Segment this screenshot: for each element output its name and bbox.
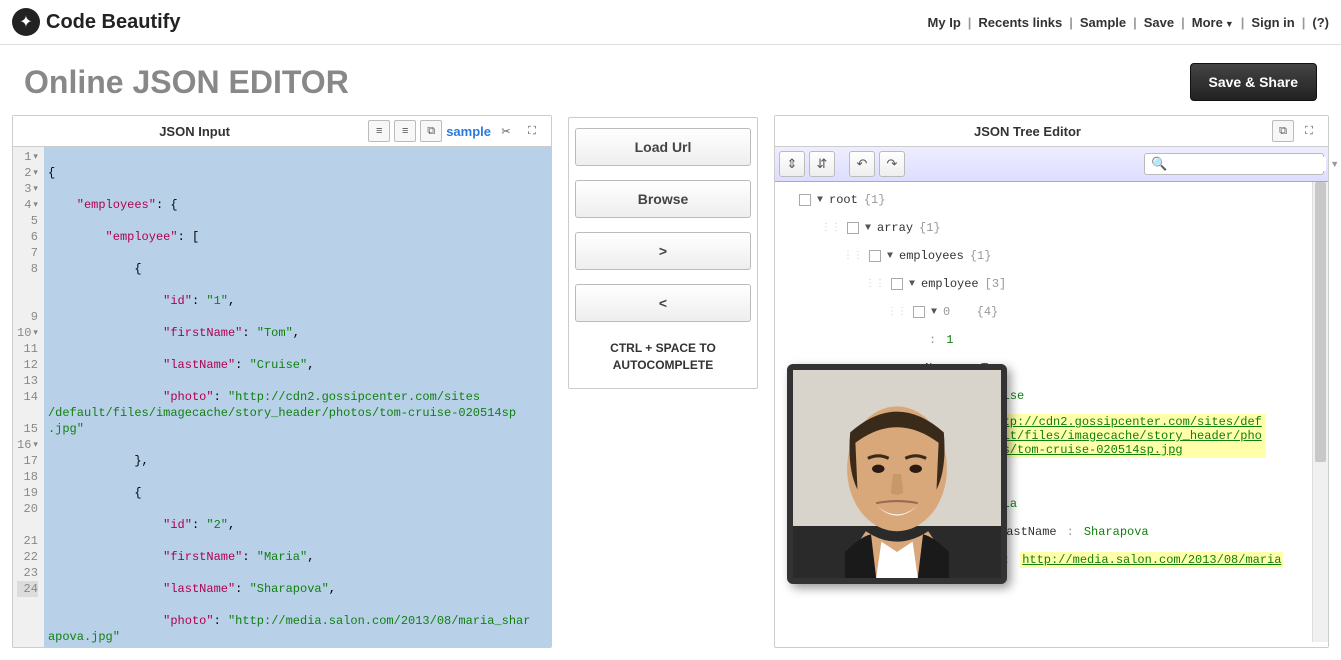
json-input-title: JSON Input [21, 124, 368, 139]
copy-tree-icon[interactable]: ⧉ [1272, 120, 1294, 142]
indent-left-icon[interactable]: ≡ [368, 120, 390, 142]
json-tree-title: JSON Tree Editor [783, 124, 1272, 139]
type-icon [869, 250, 881, 262]
main: JSON Input ≡ ≡ ⧉ sample ✂ ⛶ 1▾ 2▾ 3▾ 4▾ … [0, 115, 1341, 660]
tree-toolbar: ⇕ ⇵ ↶ ↷ 🔍 ▼▲ [775, 147, 1328, 182]
nav-recents[interactable]: Recents links [978, 15, 1062, 30]
json-tree-tools: ⧉ ⛶ [1272, 120, 1320, 142]
json-input-tools: ≡ ≡ ⧉ sample ✂ ⛶ [368, 120, 543, 142]
image-preview-popup [787, 364, 1007, 584]
nav-sample[interactable]: Sample [1080, 15, 1126, 30]
collapse-icon[interactable]: ▼ [931, 307, 937, 318]
browse-button[interactable]: Browse [575, 180, 751, 218]
load-url-button[interactable]: Load Url [575, 128, 751, 166]
tree-body: ▼ root {1} ⋮⋮ ▼ array {1} ⋮⋮ ▼ employees… [775, 182, 1328, 642]
json-input-panel: JSON Input ≡ ≡ ⧉ sample ✂ ⛶ 1▾ 2▾ 3▾ 4▾ … [12, 115, 552, 648]
top-nav: My Ip| Recents links| Sample| Save| More… [928, 15, 1329, 30]
transfer-right-button[interactable]: > [575, 232, 751, 270]
json-tree-panel: JSON Tree Editor ⧉ ⛶ ⇕ ⇵ ↶ ↷ 🔍 ▼▲ ▼ roo [774, 115, 1329, 648]
page-title: Online JSON EDITOR [24, 64, 349, 101]
fullscreen-tree-icon[interactable]: ⛶ [1298, 120, 1320, 142]
json-input-header: JSON Input ≡ ≡ ⧉ sample ✂ ⛶ [13, 116, 551, 147]
drag-icon[interactable]: ⋮⋮ [821, 222, 841, 234]
type-icon [799, 194, 811, 206]
tree-row-array[interactable]: ⋮⋮ ▼ array {1} [775, 214, 1328, 242]
preview-image [793, 370, 1001, 578]
middle-controls: Load Url Browse > < CTRL + SPACE TO AUTO… [568, 117, 758, 389]
fullscreen-icon[interactable]: ⛶ [521, 120, 543, 142]
collapse-icon[interactable]: ▼ [909, 279, 915, 290]
logo-text: Code Beautify [46, 11, 180, 34]
indent-right-icon[interactable]: ≡ [394, 120, 416, 142]
gutter: 1▾ 2▾ 3▾ 4▾ 567 8 9 10▾ 111213 14 15 16▾… [13, 147, 44, 647]
sample-link[interactable]: sample [446, 124, 491, 139]
transfer-left-button[interactable]: < [575, 284, 751, 322]
nav-help[interactable]: (?) [1312, 15, 1329, 30]
redo-icon[interactable]: ↷ [879, 151, 905, 177]
expand-all-icon[interactable]: ⇕ [779, 151, 805, 177]
title-row: Online JSON EDITOR Save & Share [0, 45, 1341, 115]
drag-icon[interactable]: ⋮⋮ [887, 306, 907, 318]
nav-more[interactable]: More▼ [1192, 15, 1234, 30]
tree-row-index0[interactable]: ⋮⋮ ▼ 0 {4} [775, 298, 1328, 326]
search-icon: 🔍 [1151, 156, 1167, 172]
collapse-icon[interactable]: ▼ [865, 223, 871, 234]
undo-icon[interactable]: ↶ [849, 151, 875, 177]
search-updown-icon[interactable]: ▼▲ [1330, 159, 1341, 169]
collapse-icon[interactable]: ▼ [887, 251, 893, 262]
collapse-icon[interactable]: ▼ [817, 195, 823, 206]
photo-link[interactable]: http://media.salon.com/2013/08/maria [1020, 552, 1283, 568]
code-content[interactable]: { "employees": { "employee": [ { "id": "… [44, 147, 551, 647]
tree-search[interactable]: 🔍 ▼▲ [1144, 153, 1324, 175]
logo[interactable]: ✦ Code Beautify [12, 8, 180, 36]
popup-arrow-icon [1005, 466, 1007, 490]
type-icon [891, 278, 903, 290]
tree-row-employee[interactable]: ⋮⋮ ▼ employee [3] [775, 270, 1328, 298]
header: ✦ Code Beautify My Ip| Recents links| Sa… [0, 0, 1341, 45]
tree-row-employees[interactable]: ⋮⋮ ▼ employees {1} [775, 242, 1328, 270]
autocomplete-hint: CTRL + SPACE TO AUTOCOMPLETE [575, 336, 751, 378]
nav-myip[interactable]: My Ip [928, 15, 961, 30]
drag-icon[interactable]: ⋮⋮ [843, 250, 863, 262]
json-tree-header: JSON Tree Editor ⧉ ⛶ [775, 116, 1328, 147]
save-share-button[interactable]: Save & Share [1190, 63, 1318, 101]
logo-icon: ✦ [12, 8, 40, 36]
nav-signin[interactable]: Sign in [1251, 15, 1294, 30]
tree-row-id1[interactable]: :1 [775, 326, 1328, 354]
clear-icon[interactable]: ✂ [495, 120, 517, 142]
type-icon [913, 306, 925, 318]
drag-icon[interactable]: ⋮⋮ [865, 278, 885, 290]
collapse-all-icon[interactable]: ⇵ [809, 151, 835, 177]
photo-link[interactable]: http://cdn2.gossipcenter.com/sites/defau… [986, 414, 1266, 458]
scrollbar-thumb[interactable] [1315, 182, 1326, 462]
copy-icon[interactable]: ⧉ [420, 120, 442, 142]
tree-row-root[interactable]: ▼ root {1} [775, 186, 1328, 214]
nav-save[interactable]: Save [1144, 15, 1174, 30]
type-icon [847, 222, 859, 234]
code-editor[interactable]: 1▾ 2▾ 3▾ 4▾ 567 8 9 10▾ 111213 14 15 16▾… [13, 147, 551, 647]
scrollbar[interactable] [1312, 182, 1328, 642]
tree-search-input[interactable] [1171, 157, 1326, 171]
